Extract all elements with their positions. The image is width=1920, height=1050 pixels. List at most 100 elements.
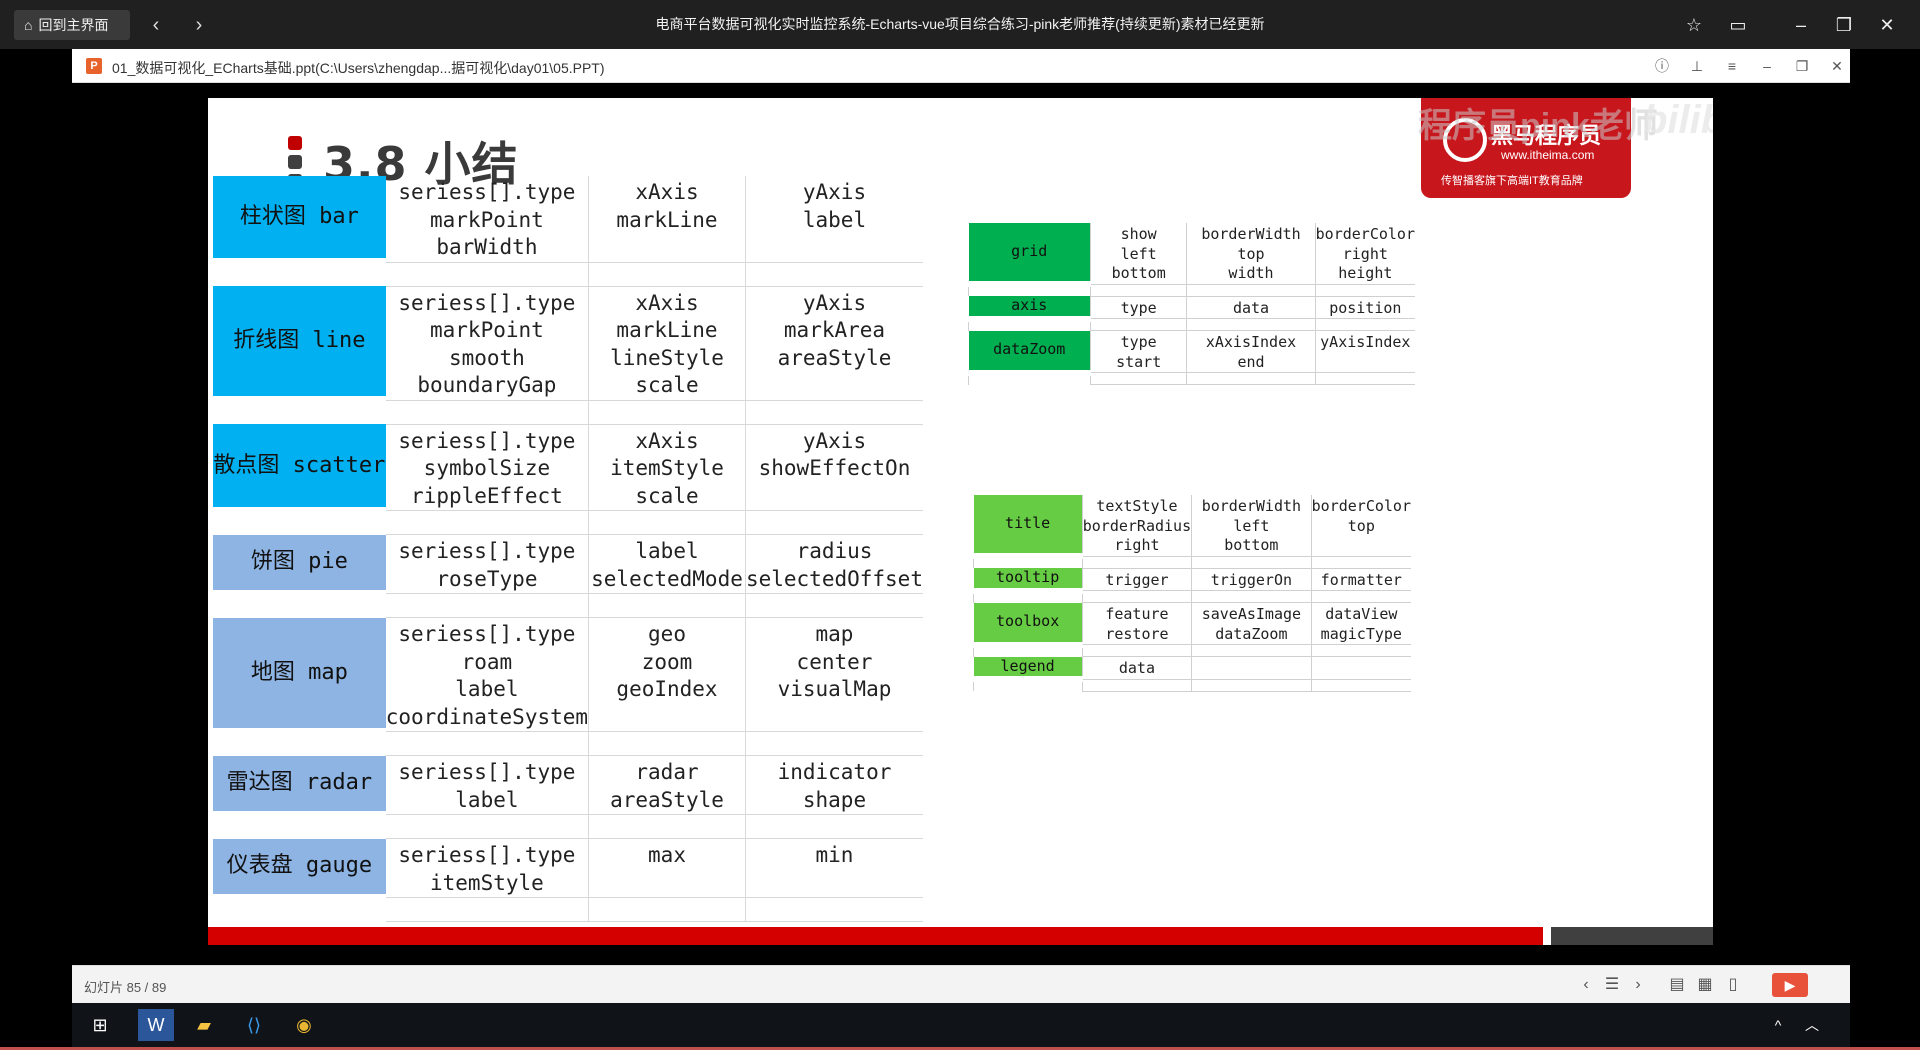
spacer-cell bbox=[1310, 556, 1411, 569]
property-item bbox=[1192, 659, 1311, 679]
property-item: yAxis bbox=[802, 428, 867, 453]
forward-arrow-icon[interactable]: › bbox=[185, 10, 213, 40]
restore-icon[interactable]: ❐ bbox=[1829, 10, 1859, 40]
property-item: seriess[].type bbox=[398, 180, 576, 204]
viewer-minimize-icon[interactable]: – bbox=[1756, 55, 1778, 77]
property-item: showEffectOn bbox=[758, 456, 911, 480]
property-cell: min bbox=[744, 838, 923, 898]
window-titlebar: ⌂ 回到主界面 ‹ › 电商平台数据可视化实时监控系统-Echarts-vue项… bbox=[0, 0, 1920, 49]
property-item: borderRadius bbox=[1082, 516, 1192, 535]
table-row: title textStyle borderRadius right borderWid… bbox=[973, 495, 1411, 559]
property-cell: saveAsImage dataZoom bbox=[1191, 602, 1312, 645]
property-item: type bbox=[1120, 298, 1157, 317]
spacer-cell bbox=[1081, 679, 1192, 692]
spacer-cell bbox=[213, 898, 386, 922]
spacer-cell bbox=[973, 556, 1083, 568]
property-cell: xAxis itemStyle scale bbox=[588, 424, 746, 511]
minimize-icon[interactable]: – bbox=[1786, 10, 1816, 40]
table-row: 饼图 pie seriess[].type roseType label selecte… bbox=[213, 534, 923, 598]
property-item: borderWidth bbox=[1201, 225, 1301, 243]
property-item: xAxis bbox=[635, 428, 699, 453]
property-item: magicType bbox=[1320, 624, 1402, 643]
spacer-cell bbox=[744, 593, 923, 618]
spacer-cell bbox=[588, 593, 746, 618]
property-item: itemStyle bbox=[430, 870, 544, 895]
property-item bbox=[1312, 659, 1411, 679]
property-item bbox=[746, 372, 923, 400]
property-item: shape bbox=[802, 787, 867, 812]
property-cell: seriess[].type label bbox=[385, 755, 589, 815]
property-item: roseType bbox=[436, 566, 538, 591]
picture-in-picture-icon[interactable]: ▭ bbox=[1723, 10, 1753, 40]
chrome-icon[interactable]: ◉ bbox=[286, 1009, 322, 1041]
property-item: data bbox=[1232, 298, 1270, 317]
viewer-restore-icon[interactable]: ❐ bbox=[1791, 55, 1813, 77]
property-cell: borderColor right height bbox=[1314, 223, 1415, 285]
next-slide-icon[interactable]: › bbox=[1626, 974, 1650, 996]
pin-window-icon[interactable]: ⊥ bbox=[1686, 55, 1708, 77]
spacer-cell bbox=[1191, 644, 1312, 657]
property-item: dataZoom bbox=[1215, 624, 1288, 643]
spacer-cell bbox=[588, 731, 746, 756]
property-item: label bbox=[802, 207, 867, 232]
property-item: coordinateSystem bbox=[385, 704, 589, 729]
spacer-cell bbox=[213, 594, 386, 618]
property-item: show bbox=[1120, 225, 1157, 243]
property-item: radius bbox=[796, 539, 873, 563]
spacer-cell bbox=[1191, 590, 1312, 603]
slide-list-icon[interactable]: ☰ bbox=[1600, 974, 1624, 996]
file-explorer-icon[interactable]: ▰ bbox=[186, 1009, 222, 1041]
property-item: indicator bbox=[777, 760, 892, 784]
property-cell: seriess[].type roam label coordinateSystem bbox=[385, 617, 589, 732]
property-item bbox=[746, 870, 923, 898]
property-cell: xAxis markLine lineStyle scale bbox=[588, 286, 746, 401]
info-icon[interactable]: ⓘ bbox=[1651, 55, 1673, 77]
property-cell: show left bottom bbox=[1089, 223, 1187, 285]
logo-subtitle: 传智播客旗下高端IT教育品牌 bbox=[1441, 175, 1583, 187]
settings-icon[interactable]: ≡ bbox=[1721, 55, 1743, 77]
table-spacer-row bbox=[968, 318, 1415, 331]
category-cell: 折线图 line bbox=[213, 286, 386, 404]
property-item: seriess[].type bbox=[398, 760, 576, 784]
tray-arrow-icon[interactable]: ︿ bbox=[1794, 1009, 1830, 1041]
property-cell: max bbox=[588, 838, 746, 898]
play-slideshow-button[interactable]: ▶ bbox=[1772, 973, 1808, 997]
reading-view-icon[interactable]: ▯ bbox=[1721, 974, 1745, 996]
prev-slide-icon[interactable]: ‹ bbox=[1574, 974, 1598, 996]
property-item: label bbox=[455, 677, 519, 701]
spacer-cell bbox=[213, 815, 386, 839]
table-spacer-row bbox=[213, 510, 923, 535]
property-cell bbox=[1191, 656, 1312, 680]
spacer-cell bbox=[588, 400, 746, 425]
windows-start-icon[interactable]: ⊞ bbox=[82, 1009, 118, 1041]
property-item: max bbox=[648, 843, 686, 867]
back-arrow-icon[interactable]: ‹ bbox=[142, 10, 170, 40]
taskbar: ⊞ W ▰ ⟨⟩ ◉ ^ ︿ bbox=[72, 1003, 1850, 1047]
category-cell: dataZoom bbox=[968, 330, 1091, 376]
powerpoint-icon: P bbox=[86, 58, 102, 74]
title-mark-square bbox=[288, 155, 302, 169]
normal-view-icon[interactable]: ▤ bbox=[1665, 974, 1689, 996]
home-button[interactable]: ⌂ 回到主界面 bbox=[14, 10, 130, 40]
spacer-cell bbox=[1089, 284, 1187, 297]
property-cell: indicator shape bbox=[744, 755, 923, 815]
tray-expand-icon[interactable]: ^ bbox=[1760, 1009, 1796, 1041]
property-cell bbox=[1310, 656, 1411, 680]
viewer-close-icon[interactable]: ✕ bbox=[1826, 55, 1848, 77]
property-item: areaStyle bbox=[777, 345, 892, 370]
property-item: left bbox=[1233, 516, 1270, 535]
close-icon[interactable]: ✕ bbox=[1872, 10, 1902, 40]
ppt-status-bar: 幻灯片 85 / 89 ‹ ☰ › ▤ ▦ ▯ ▶ bbox=[72, 965, 1850, 1003]
spacer-cell bbox=[1310, 644, 1411, 657]
category-cell: 仪表盘 gauge bbox=[213, 838, 386, 902]
property-item: height bbox=[1338, 264, 1393, 282]
vscode-icon[interactable]: ⟨⟩ bbox=[236, 1009, 272, 1041]
pin-icon[interactable]: ☆ bbox=[1679, 10, 1709, 40]
wps-writer-icon[interactable]: W bbox=[138, 1009, 174, 1041]
property-cell: radar areaStyle bbox=[588, 755, 746, 815]
property-cell: triggerOn bbox=[1191, 568, 1312, 591]
table-spacer-row bbox=[968, 284, 1415, 297]
property-cell: type bbox=[1089, 296, 1187, 319]
property-item: xAxis bbox=[635, 290, 699, 315]
grid-view-icon[interactable]: ▦ bbox=[1693, 974, 1717, 996]
